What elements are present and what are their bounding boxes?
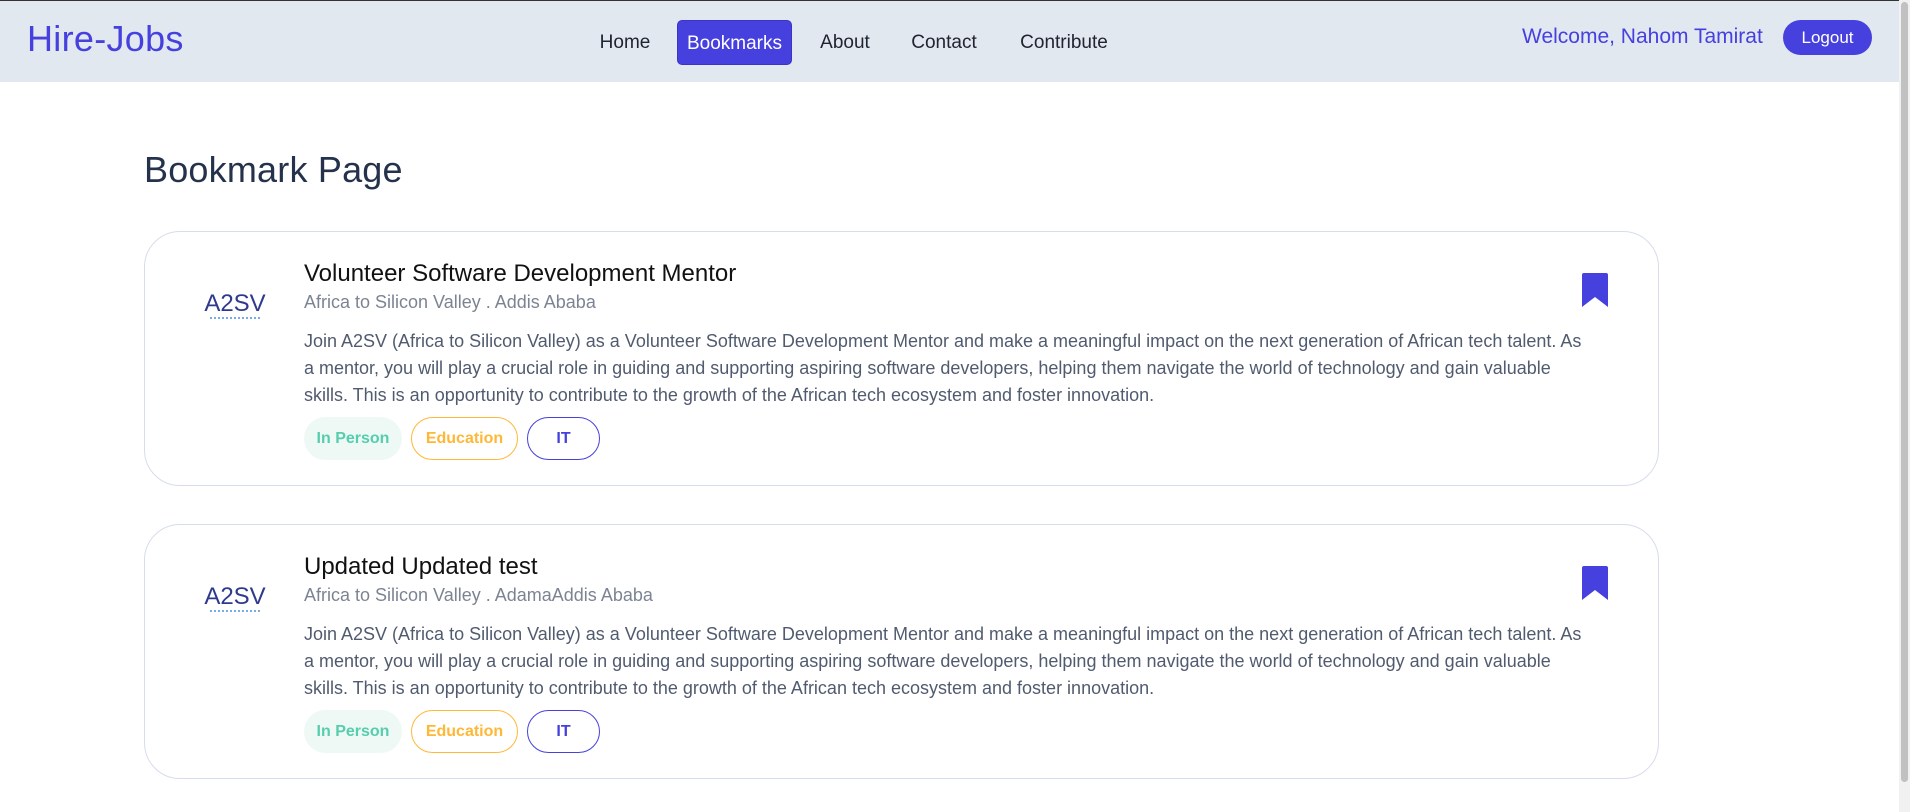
bookmark-icon[interactable] [1580,566,1610,600]
page-title: Bookmark Page [144,149,403,190]
nav-link-contact[interactable]: Contact [900,20,988,65]
nav-link-bookmarks[interactable]: Bookmarks [677,20,792,65]
welcome-text: Welcome, Nahom Tamirat [1522,25,1763,48]
logo-text: A2SV [204,290,265,317]
job-company-location: Africa to Silicon Valley . Addis Ababa [304,292,596,312]
a2sv-logo: A2SV [204,583,266,612]
job-card[interactable]: A2SV Volunteer Software Development Ment… [144,231,1659,486]
nav-link-about[interactable]: About [811,20,879,65]
tag-in-person: In Person [304,710,402,753]
nav-link-contribute[interactable]: Contribute [1009,20,1119,65]
job-title[interactable]: Updated Updated test [304,553,538,581]
tag-education: Education [411,710,518,753]
a2sv-logo: A2SV [204,290,266,319]
logo-text: A2SV [204,583,265,610]
scrollbar-thumb[interactable] [1901,2,1908,782]
bookmark-icon[interactable] [1580,273,1610,307]
navbar: Hire-Jobs Home Bookmarks About Contact C… [0,0,1899,82]
tag-in-person: In Person [304,417,402,460]
tag-it: IT [527,417,600,460]
tag-it: IT [527,710,600,753]
nav-link-home[interactable]: Home [592,20,658,65]
job-description: Join A2SV (Africa to Silicon Valley) as … [304,624,1582,698]
job-card[interactable]: A2SV Updated Updated test Africa to Sili… [144,524,1659,779]
job-title[interactable]: Volunteer Software Development Mentor [304,260,736,288]
logout-button[interactable]: Logout [1783,20,1872,55]
job-company-location: Africa to Silicon Valley . AdamaAddis Ab… [304,585,653,605]
job-description: Join A2SV (Africa to Silicon Valley) as … [304,331,1582,405]
tag-education: Education [411,417,518,460]
